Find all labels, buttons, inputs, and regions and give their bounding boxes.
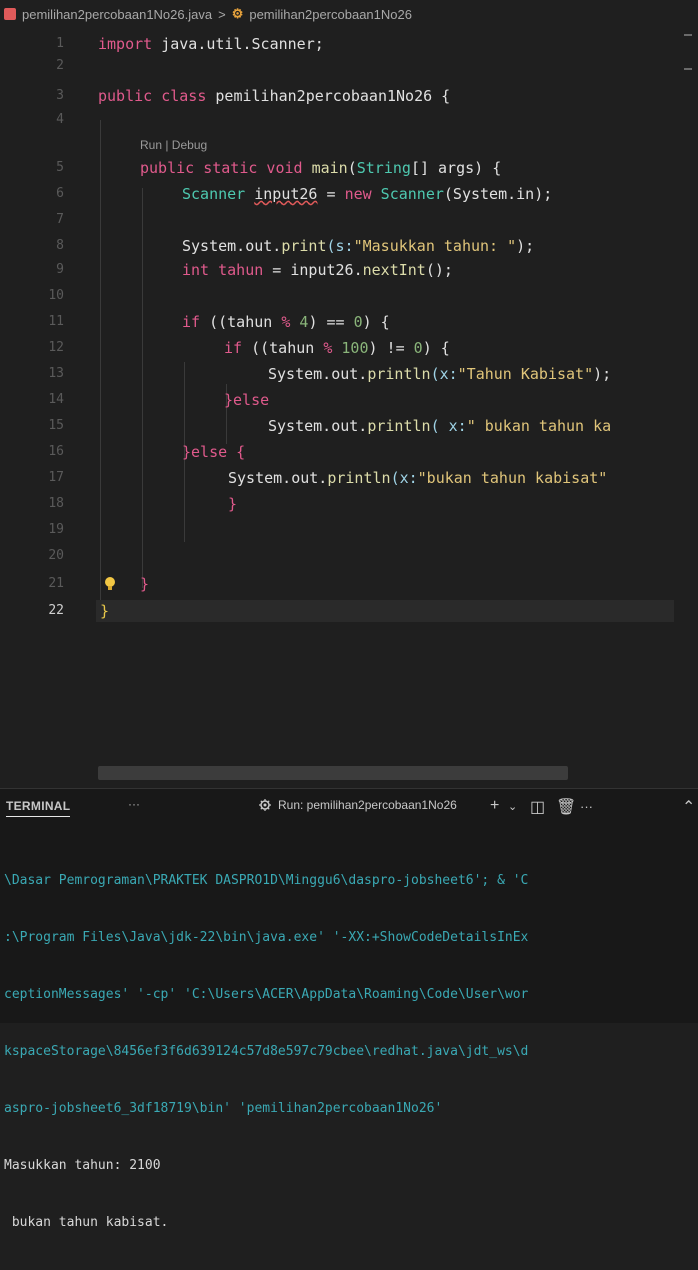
- more-actions-icon[interactable]: ···: [580, 799, 593, 814]
- code-text: }else: [224, 391, 270, 409]
- horizontal-scrollbar[interactable]: [98, 766, 568, 780]
- code-text: System.out.println(x:"bukan tahun kabisa…: [228, 469, 608, 487]
- code-line[interactable]: 19: [0, 520, 698, 540]
- more-tabs-icon[interactable]: ···: [128, 797, 140, 811]
- terminal-line: \Dasar Pemrograman\PRAKTEK DASPRO1D\Ming…: [4, 873, 529, 888]
- line-number: 22: [48, 603, 64, 618]
- code-line[interactable]: 8 System.out.print(s:"Masukkan tahun: ")…: [0, 236, 698, 256]
- code-line[interactable]: 1 import java.util.Scanner;: [0, 34, 698, 54]
- lightbulb-icon[interactable]: [104, 576, 116, 592]
- code-text: public class pemilihan2percobaan1No26 {: [98, 87, 451, 105]
- java-file-icon: [4, 8, 16, 20]
- code-editor[interactable]: 1 import java.util.Scanner; 2 3 public c…: [0, 28, 698, 788]
- breadcrumb-file[interactable]: pemilihan2percobaan1No26.java: [22, 7, 212, 22]
- code-text: }else {: [182, 443, 246, 461]
- tab-terminal[interactable]: TERMINAL: [6, 799, 71, 817]
- code-line[interactable]: 4: [0, 110, 698, 130]
- line-number: 20: [48, 548, 64, 563]
- run-session-label: Run: pemilihan2percobaan1No26: [278, 798, 457, 812]
- breadcrumb-separator: >: [218, 6, 226, 22]
- code-line[interactable]: 11 if ((tahun % 4) == 0) {: [0, 312, 698, 332]
- code-text: }: [100, 602, 110, 620]
- code-line[interactable]: 17 System.out.println(x:"bukan tahun kab…: [0, 468, 698, 488]
- terminal-line: kspaceStorage\8456ef3f6d639124c57d8e597c…: [4, 1044, 529, 1059]
- terminal-output[interactable]: \Dasar Pemrograman\PRAKTEK DASPRO1D\Ming…: [4, 833, 696, 1270]
- terminal-line: aspro-jobsheet6_3df18719\bin' 'pemilihan…: [4, 1101, 443, 1116]
- chevron-down-icon[interactable]: ⌄: [508, 800, 517, 813]
- code-text: System.out.println(x:"Tahun Kabisat");: [268, 365, 612, 383]
- code-line[interactable]: 20: [0, 546, 698, 566]
- line-number: 2: [56, 58, 64, 73]
- line-number: 9: [56, 262, 64, 277]
- split-terminal-icon[interactable]: ◫: [530, 797, 545, 817]
- line-number: 18: [48, 496, 64, 511]
- code-line[interactable]: 21 }: [0, 574, 698, 594]
- codelens-run-debug[interactable]: Run | Debug: [140, 136, 207, 154]
- program-output-line: bukan tahun kabisat.: [4, 1215, 169, 1230]
- code-line[interactable]: 5 public static void main(String[] args)…: [0, 158, 698, 178]
- code-text: System.out.println( x:" bukan tahun ka: [268, 417, 612, 435]
- line-number: 21: [48, 576, 64, 591]
- code-text: }: [228, 495, 238, 513]
- code-text: if ((tahun % 4) == 0) {: [182, 313, 390, 331]
- line-number: 7: [56, 212, 64, 227]
- code-line[interactable]: 6 Scanner input26 = new Scanner(System.i…: [0, 184, 698, 204]
- code-line[interactable]: 12 if ((tahun % 100) != 0) {: [0, 338, 698, 358]
- code-line[interactable]: 16 }else {: [0, 442, 698, 462]
- line-number: 14: [48, 392, 64, 407]
- new-terminal-icon[interactable]: +: [490, 797, 499, 815]
- code-line[interactable]: 15 System.out.println( x:" bukan tahun k…: [0, 416, 698, 436]
- breadcrumb-symbol[interactable]: pemilihan2percobaan1No26: [249, 7, 412, 22]
- line-number: 1: [56, 36, 64, 51]
- line-number: 15: [48, 418, 64, 433]
- code-line[interactable]: 7: [0, 210, 698, 230]
- terminal-panel: TERMINAL ··· Run: pemilihan2percobaan1No…: [0, 788, 698, 1230]
- code-text: public static void main(String[] args) {: [140, 159, 502, 177]
- code-text: int tahun = input26.nextInt();: [182, 261, 453, 279]
- line-number: 13: [48, 366, 64, 381]
- line-number: 12: [48, 340, 64, 355]
- line-number: 16: [48, 444, 64, 459]
- code-line[interactable]: 2: [0, 56, 698, 76]
- line-number: 6: [56, 186, 64, 201]
- terminal-line: ceptionMessages' '-cp' 'C:\Users\ACER\Ap…: [4, 987, 529, 1002]
- code-line[interactable]: 14 }else: [0, 390, 698, 410]
- breadcrumb: pemilihan2percobaan1No26.java > ⚙ pemili…: [0, 0, 698, 28]
- trash-icon[interactable]: 🗑: [556, 797, 576, 817]
- program-output-line: Masukkan tahun: 2100: [4, 1158, 161, 1173]
- line-number: 11: [48, 314, 64, 329]
- line-number: 5: [56, 160, 64, 175]
- debug-gear-icon: [259, 799, 271, 811]
- minimap-marker: [684, 34, 692, 36]
- line-number: 8: [56, 238, 64, 253]
- code-text: import java.util.Scanner;: [98, 35, 324, 53]
- code-line[interactable]: 3 public class pemilihan2percobaan1No26 …: [0, 86, 698, 106]
- code-text: if ((tahun % 100) != 0) {: [224, 339, 450, 357]
- terminal-header: TERMINAL ··· Run: pemilihan2percobaan1No…: [0, 789, 698, 823]
- line-number: 4: [56, 112, 64, 127]
- maximize-panel-icon[interactable]: ⌃: [682, 797, 695, 817]
- line-number: 19: [48, 522, 64, 537]
- code-line[interactable]: 22 }: [0, 601, 698, 621]
- line-number: 17: [48, 470, 64, 485]
- line-number: 10: [48, 288, 64, 303]
- terminal-line: :\Program Files\Java\jdk-22\bin\java.exe…: [4, 930, 529, 945]
- code-text: Scanner input26 = new Scanner(System.in)…: [182, 185, 553, 203]
- code-line[interactable]: 9 int tahun = input26.nextInt();: [0, 260, 698, 280]
- code-line[interactable]: 18 }: [0, 494, 698, 514]
- code-text: }: [140, 575, 150, 593]
- code-text: System.out.print(s:"Masukkan tahun: ");: [182, 237, 535, 255]
- line-number: 3: [56, 88, 64, 103]
- code-line[interactable]: 10: [0, 286, 698, 306]
- minimap-marker: [684, 68, 692, 70]
- class-symbol-icon: ⚙: [231, 6, 244, 21]
- code-line[interactable]: 13 System.out.println(x:"Tahun Kabisat")…: [0, 364, 698, 384]
- terminal-run-session[interactable]: Run: pemilihan2percobaan1No26: [258, 798, 457, 812]
